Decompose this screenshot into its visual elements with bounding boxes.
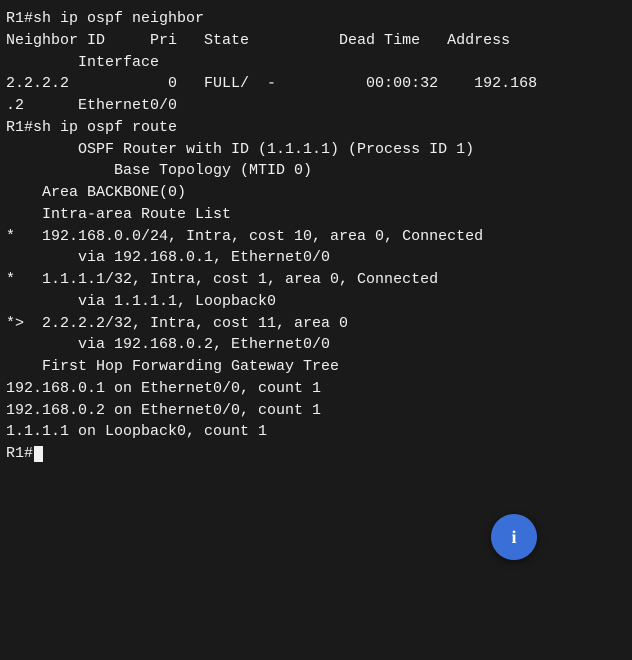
info-fab-button[interactable]: i bbox=[491, 514, 537, 560]
terminal-line-route3b: via 192.168.0.2, Ethernet0/0 bbox=[6, 334, 626, 356]
info-icon: i bbox=[511, 527, 516, 548]
terminal-window: R1#sh ip ospf neighborNeighbor ID Pri St… bbox=[0, 0, 632, 660]
terminal-line-base_topo: Base Topology (MTID 0) bbox=[6, 160, 626, 182]
terminal-line-ospf_id: OSPF Router with ID (1.1.1.1) (Process I… bbox=[6, 139, 626, 161]
terminal-line-fh1: 192.168.0.1 on Ethernet0/0, count 1 bbox=[6, 378, 626, 400]
terminal-line-cmd2: R1#sh ip ospf route bbox=[6, 117, 626, 139]
terminal-line-fhfgt: First Hop Forwarding Gateway Tree bbox=[6, 356, 626, 378]
terminal-line-prompt: R1# bbox=[6, 443, 626, 465]
terminal-line-neighbor1a: 2.2.2.2 0 FULL/ - 00:00:32 192.168 bbox=[6, 73, 626, 95]
terminal-output: R1#sh ip ospf neighborNeighbor ID Pri St… bbox=[6, 8, 626, 465]
terminal-line-area: Area BACKBONE(0) bbox=[6, 182, 626, 204]
terminal-line-route3a: *> 2.2.2.2/32, Intra, cost 11, area 0 bbox=[6, 313, 626, 335]
terminal-line-route1a: * 192.168.0.0/24, Intra, cost 10, area 0… bbox=[6, 226, 626, 248]
terminal-line-cmd1: R1#sh ip ospf neighbor bbox=[6, 8, 626, 30]
terminal-line-fh2: 192.168.0.2 on Ethernet0/0, count 1 bbox=[6, 400, 626, 422]
terminal-line-header1: Neighbor ID Pri State Dead Time Address bbox=[6, 30, 626, 52]
terminal-line-neighbor1b: .2 Ethernet0/0 bbox=[6, 95, 626, 117]
terminal-line-intra: Intra-area Route List bbox=[6, 204, 626, 226]
terminal-line-route2b: via 1.1.1.1, Loopback0 bbox=[6, 291, 626, 313]
terminal-line-fh3: 1.1.1.1 on Loopback0, count 1 bbox=[6, 421, 626, 443]
terminal-line-header2: Interface bbox=[6, 52, 626, 74]
terminal-line-route2a: * 1.1.1.1/32, Intra, cost 1, area 0, Con… bbox=[6, 269, 626, 291]
terminal-line-route1b: via 192.168.0.1, Ethernet0/0 bbox=[6, 247, 626, 269]
terminal-cursor bbox=[34, 446, 43, 462]
